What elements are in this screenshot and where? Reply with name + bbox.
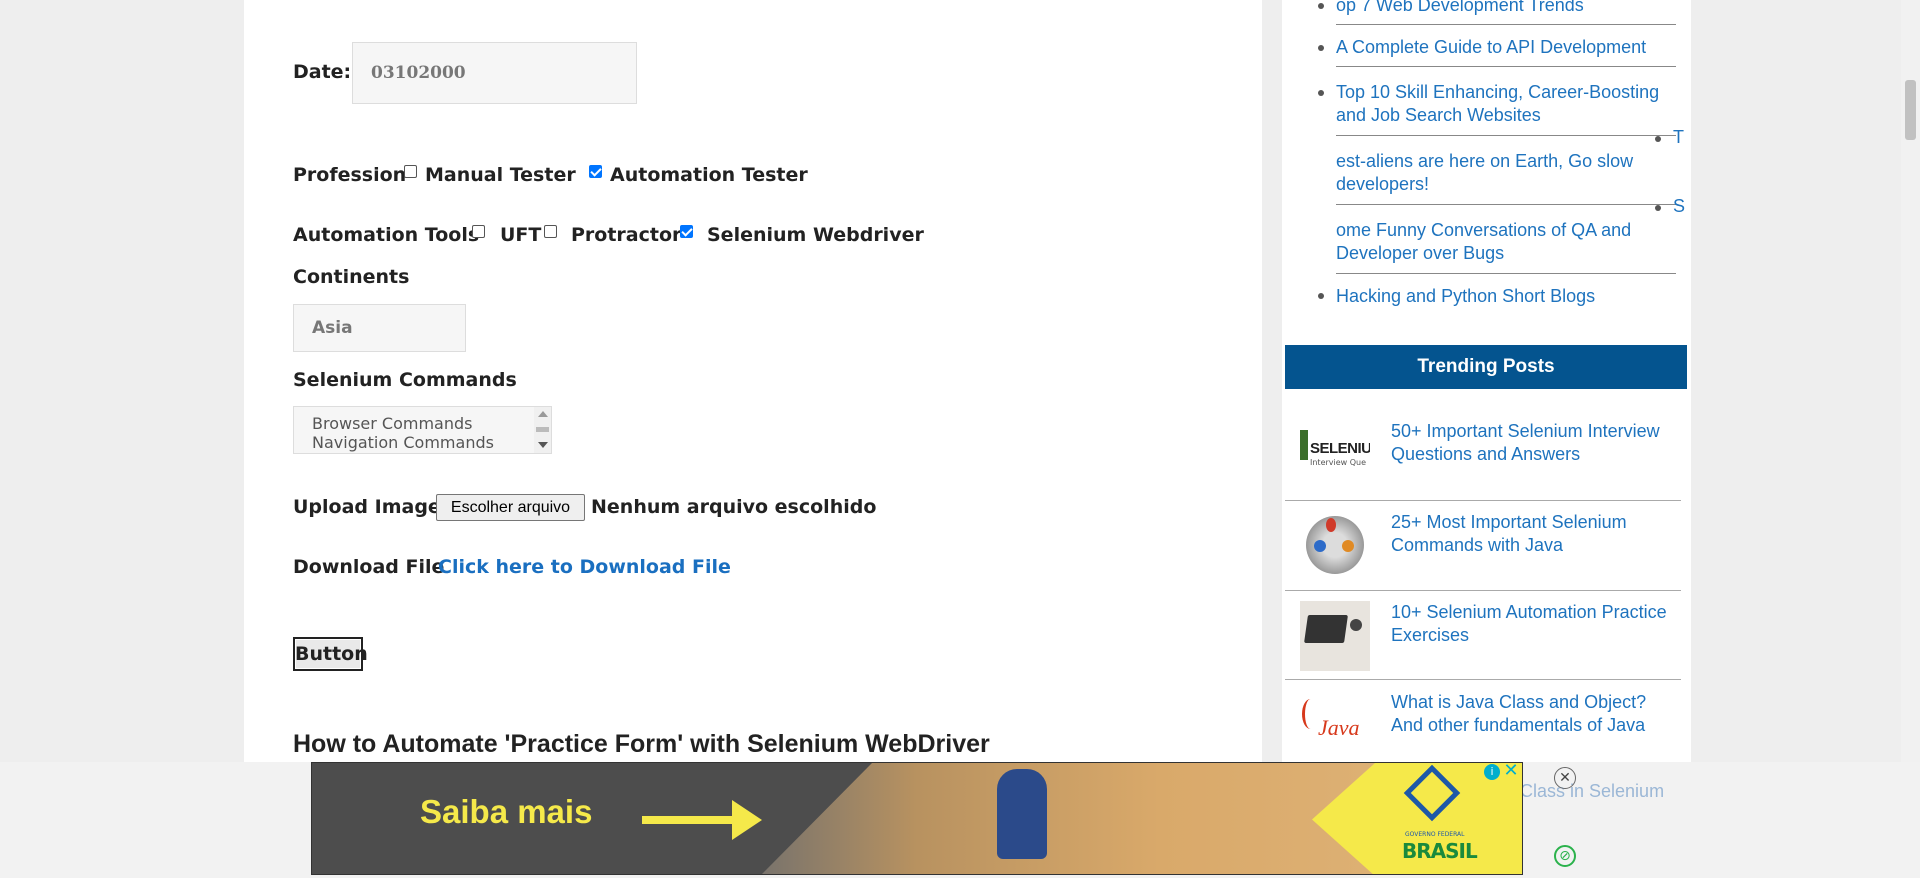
sidebar-link-api-guide[interactable]: A Complete Guide to API Development [1336,36,1676,59]
selenium-commands-listbox[interactable]: Browser Commands Navigation Commands [293,406,552,454]
ad-choice-icon[interactable]: ⊘ [1554,845,1576,867]
selenium-commands-label: Selenium Commands [293,369,517,391]
ad-banner[interactable]: Saiba mais GOVERNO FEDERAL BRASIL [311,762,1523,875]
scroll-up-icon[interactable] [538,411,548,417]
brand-line-2: BRASIL [1402,839,1478,863]
date-label: Date: [293,61,352,83]
uft-checkbox[interactable] [472,225,485,238]
list-bullet [1318,293,1324,299]
partial-trending-link[interactable]: Class in Selenium [1520,780,1664,803]
choose-file-button[interactable]: Escolher arquivo [436,494,585,521]
download-label: Download File [293,556,445,578]
listbox-scrollbar[interactable] [534,407,551,453]
date-value: 03102000 [371,63,466,83]
thumb-text: Java [1318,715,1360,740]
scroll-down-icon[interactable] [538,442,548,448]
thumb-text: SELENIU [1310,440,1370,457]
continents-select[interactable]: Asia [293,304,466,352]
cup-icon [1350,619,1362,631]
article-heading: How to Automate 'Practice Form' with Sel… [293,730,990,758]
divider [1336,24,1676,25]
upload-status: Nenhum arquivo escolhido [591,496,877,518]
thumb-subtext: Interview Que [1310,458,1367,467]
sidebar-link-web-trends[interactable]: op 7 Web Development Trends [1336,0,1676,17]
upload-label: Upload Image [293,496,441,518]
date-input[interactable]: 03102000 [352,42,637,104]
thumbnail-practice-exercises[interactable] [1300,601,1370,671]
list-bullet [1318,45,1324,51]
page-scroll-thumb[interactable] [1905,80,1916,140]
trending-link-commands[interactable]: 25+ Most Important Selenium Commands wit… [1391,511,1681,557]
divider [1336,135,1676,136]
protractor-label: Protractor [571,224,682,246]
commands-option-navigation[interactable]: Navigation Commands [312,433,494,452]
sidebar-link-qa-conversations[interactable]: ome Funny Conversations of QA and Develo… [1336,219,1676,265]
list-bullet [1655,205,1661,211]
profession-label: Profession [293,164,407,186]
protractor-checkbox[interactable] [544,225,557,238]
ad-info-icon[interactable]: i [1484,764,1500,780]
skater-figure [997,769,1047,859]
selenium-webdriver-label: Selenium Webdriver [707,224,924,246]
laptop-icon [1304,615,1348,643]
automation-tester-checkbox[interactable] [589,165,602,178]
list-bullet [1318,90,1324,96]
trending-link-exercises[interactable]: 10+ Selenium Automation Practice Exercis… [1391,601,1681,647]
browser-icon [1342,540,1354,552]
trending-link-interview[interactable]: 50+ Important Selenium Interview Questio… [1391,420,1681,466]
sidebar-link-hacking-python[interactable]: Hacking and Python Short Blogs [1336,285,1676,308]
ad-cta[interactable]: Saiba mais [420,793,592,831]
uft-label: UFT [500,224,542,246]
divider [1285,679,1681,680]
overflow-letter[interactable]: S [1673,195,1685,218]
divider [1285,590,1681,591]
plain-button[interactable]: Button [293,637,368,671]
automation-tools-label: Automation Tools [293,224,480,246]
download-link[interactable]: Click here to Download File [438,556,731,578]
commands-option-browser[interactable]: Browser Commands [312,414,494,433]
arrow-head-icon [732,800,762,840]
thumbnail-java-class[interactable]: Java [1300,691,1370,761]
selenium-logo-icon [1300,430,1308,460]
browser-icon [1314,540,1326,552]
trending-posts-header: Trending Posts [1285,345,1687,389]
manual-tester-checkbox[interactable] [404,165,417,178]
sidebar-link-aliens[interactable]: est-aliens are here on Earth, Go slow de… [1336,150,1676,196]
list-bullet [1655,136,1661,142]
overflow-letter[interactable]: T [1673,126,1684,149]
badge-icon [1326,518,1336,532]
selenium-webdriver-checkbox[interactable] [680,225,693,238]
trending-link-java[interactable]: What is Java Class and Object? And other… [1391,691,1681,737]
thumbnail-selenium-commands[interactable] [1300,510,1370,580]
manual-tester-label: Manual Tester [425,164,576,186]
brand-line-1: GOVERNO FEDERAL [1405,831,1465,838]
close-overlay-icon[interactable]: ✕ [1554,767,1576,789]
sidebar-link-skill-websites[interactable]: Top 10 Skill Enhancing, Career-Boosting … [1336,81,1676,127]
ad-close-icon[interactable]: ✕ [1502,762,1520,780]
divider [1336,204,1676,205]
divider [1336,66,1676,67]
automation-tester-label: Automation Tester [610,164,808,186]
continents-label: Continents [293,266,410,288]
divider [1285,500,1681,501]
continents-value: Asia [312,318,353,338]
list-bullet [1318,3,1324,9]
divider [1336,273,1676,274]
arrow-icon [642,816,742,824]
java-logo-icon [1302,699,1319,729]
scroll-thumb[interactable] [536,427,549,432]
thumbnail-selenium-interview[interactable]: SELENIU Interview Que [1300,420,1370,490]
